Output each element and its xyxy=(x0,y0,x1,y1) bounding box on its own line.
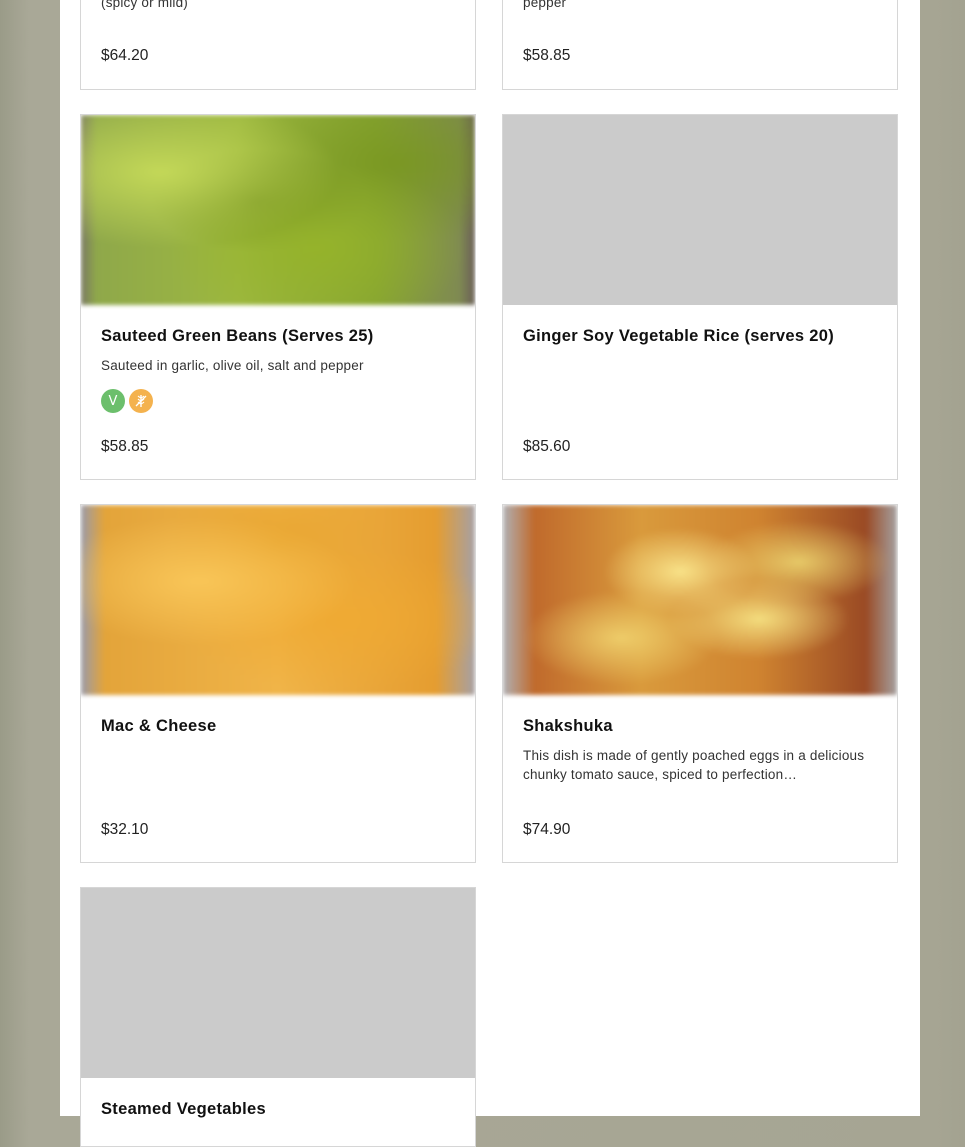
vegetarian-icon: V xyxy=(101,389,125,413)
gluten-free-icon xyxy=(129,389,153,413)
menu-item-image-placeholder[interactable] xyxy=(81,888,475,1078)
menu-item-card[interactable]: Steamed Vegetables xyxy=(80,887,476,1147)
dietary-tags: V xyxy=(101,389,153,413)
menu-item-description: pepper xyxy=(523,0,567,10)
menu-item-price: $58.85 xyxy=(523,47,571,64)
menu-item-card[interactable]: Mac & Cheese $32.10 xyxy=(80,504,476,863)
menu-item-description: This dish is made of gently poached eggs… xyxy=(523,748,865,782)
menu-panel: (spicy or mild) $64.20 pepper $58.85 Sau… xyxy=(60,0,920,1147)
menu-item-title: Ginger Soy Vegetable Rice (serves 20) xyxy=(523,327,834,345)
menu-item-price: $85.60 xyxy=(523,438,571,455)
menu-item-card[interactable]: (spicy or mild) $64.20 xyxy=(80,0,476,90)
menu-item-card[interactable]: Ginger Soy Vegetable Rice (serves 20) $8… xyxy=(502,114,898,480)
menu-item-title: Sauteed Green Beans (Serves 25) xyxy=(101,327,374,345)
menu-item-image[interactable] xyxy=(81,505,475,695)
menu-item-title: Steamed Vegetables xyxy=(101,1100,266,1118)
menu-item-description: Sauteed in garlic, olive oil, salt and p… xyxy=(101,358,364,373)
menu-item-price: $64.20 xyxy=(101,47,149,64)
menu-item-image[interactable] xyxy=(81,115,475,305)
menu-item-description: (spicy or mild) xyxy=(101,0,189,10)
menu-item-card[interactable]: Sauteed Green Beans (Serves 25) Sauteed … xyxy=(80,114,476,480)
menu-item-card[interactable]: pepper $58.85 xyxy=(502,0,898,90)
menu-item-image-placeholder[interactable] xyxy=(503,115,897,305)
menu-item-price: $74.90 xyxy=(523,821,571,838)
menu-item-image[interactable] xyxy=(503,505,897,695)
menu-item-title: Mac & Cheese xyxy=(101,717,217,735)
menu-item-price: $58.85 xyxy=(101,438,149,455)
menu-item-card[interactable]: Shakshuka This dish is made of gently po… xyxy=(502,504,898,863)
menu-item-price: $32.10 xyxy=(101,821,149,838)
menu-item-title: Shakshuka xyxy=(523,717,613,735)
